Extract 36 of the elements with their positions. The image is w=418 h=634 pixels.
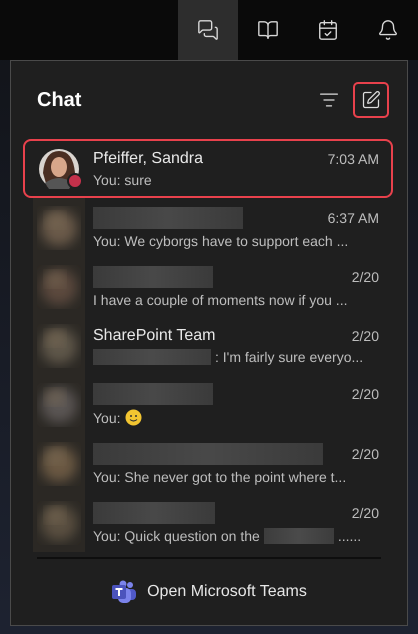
message-preview: You: Quick question on the xyxy=(93,528,260,544)
chat-icon xyxy=(197,19,219,41)
redacted-text xyxy=(264,528,334,544)
message-preview: You: sure xyxy=(93,172,152,188)
chat-item[interactable]: 2/20 You: xyxy=(23,375,393,434)
message-time: 2/20 xyxy=(352,268,379,284)
message-preview: You: xyxy=(93,410,121,426)
message-preview: You: We cyborgs have to support each ... xyxy=(93,232,348,248)
chat-item[interactable]: 2/20 You: Quick question on the ...... xyxy=(23,493,393,552)
calendar-check-icon xyxy=(317,19,339,41)
message-time: 2/20 xyxy=(352,446,379,462)
open-teams-link[interactable]: Open Microsoft Teams xyxy=(111,580,307,604)
message-preview: You: She never got to the point where t... xyxy=(93,468,346,484)
message-time: 2/20 xyxy=(352,504,379,520)
contact-name: SharePoint Team xyxy=(93,326,216,344)
smiley-icon xyxy=(124,409,142,426)
message-preview: : I'm fairly sure everyo... xyxy=(215,348,364,364)
chat-item[interactable]: Pfeiffer, Sandra 7:03 AM You: sure xyxy=(23,139,393,198)
message-preview: ...... xyxy=(338,528,362,544)
chat-item[interactable]: 2/20 You: She never got to the point where t... xyxy=(23,434,393,493)
message-preview: I have a couple of moments now if you ... xyxy=(93,292,348,308)
contact-name: Pfeiffer, Sandra xyxy=(93,150,203,168)
message-time: 2/20 xyxy=(352,386,379,402)
chat-button[interactable] xyxy=(178,0,238,60)
chat-item[interactable]: 2/20 I have a couple of moments now if you ... xyxy=(23,257,393,316)
message-time: 7:03 AM xyxy=(328,150,379,166)
panel-title: Chat xyxy=(37,88,82,112)
chat-item[interactable]: SharePoint Team 2/20 : I'm fairly sure everyo... xyxy=(23,316,393,375)
teams-logo-icon xyxy=(111,580,138,604)
message-time: 2/20 xyxy=(352,328,379,344)
bell-icon xyxy=(377,19,399,41)
pen-square-icon xyxy=(361,90,381,110)
new-chat-button[interactable] xyxy=(353,82,389,118)
notebook-icon xyxy=(257,19,279,41)
message-time: 6:37 AM xyxy=(328,210,379,226)
chat-item[interactable]: 6:37 AM You: We cyborgs have to support each ... xyxy=(23,198,393,257)
